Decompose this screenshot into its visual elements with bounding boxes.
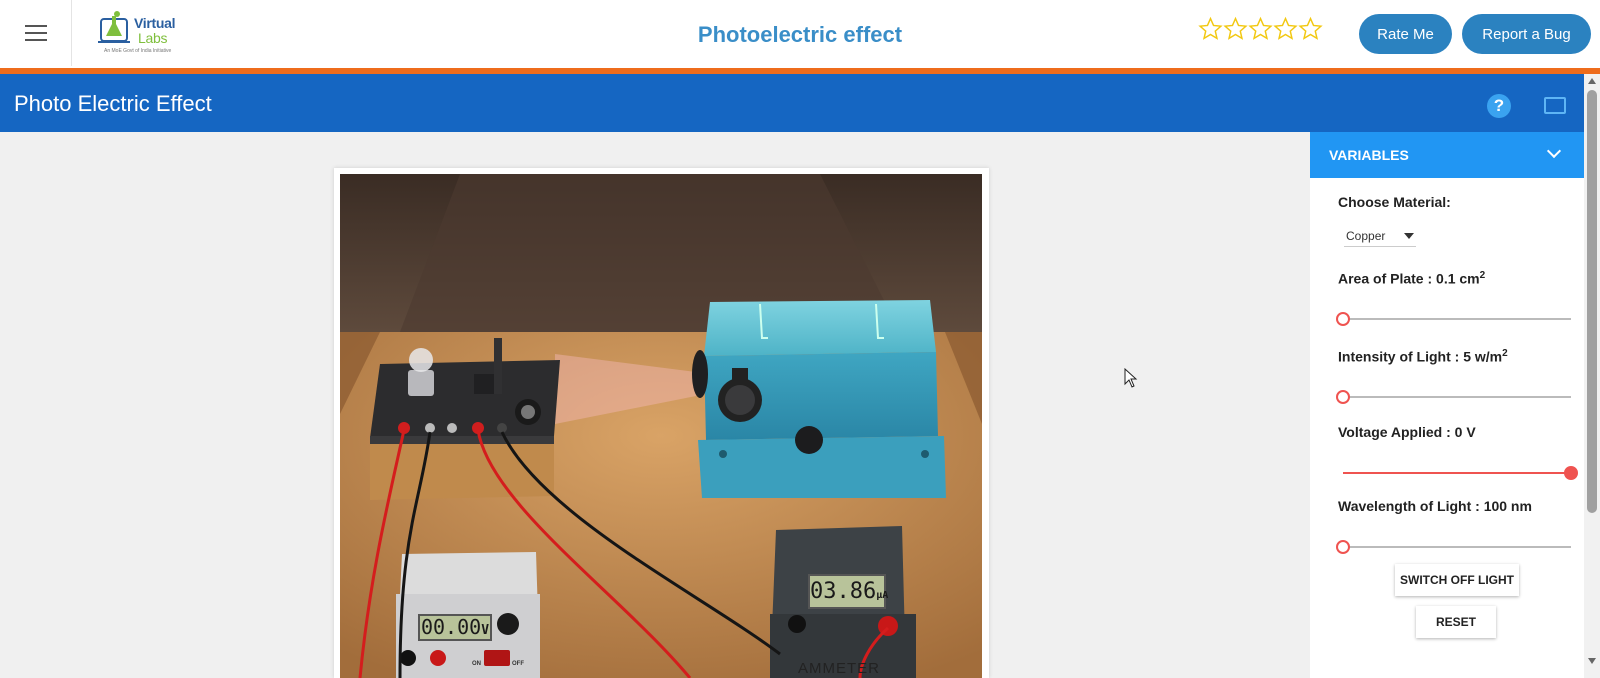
reset-button[interactable]: RESET [1416, 606, 1496, 638]
logo-word-labs: Labs [138, 30, 168, 46]
variables-panel-header[interactable]: VARIABLES [1310, 132, 1584, 178]
slider-fill [1343, 472, 1571, 474]
variables-panel: VARIABLES Choose Material: Copper Area o… [1310, 132, 1584, 678]
virtual-labs-logo[interactable]: Virtual Labs An MoE Govt of India Initia… [98, 10, 184, 56]
help-icon[interactable]: ? [1487, 94, 1511, 118]
intensity-label-text: Intensity of Light : 5 w/m [1338, 348, 1503, 365]
ammeter-unit: μA [876, 590, 889, 601]
star-icon[interactable] [1223, 16, 1248, 42]
voltage-label: Voltage Applied : 0 V [1338, 424, 1476, 440]
variables-title: VARIABLES [1329, 147, 1409, 163]
switch-on-label: ON [472, 661, 481, 667]
voltmeter-display: 00.00V [418, 614, 492, 641]
hamburger-menu-button[interactable] [0, 0, 72, 66]
logo-tagline: An MoE Govt of India Initiative [104, 48, 172, 54]
slider-track [1343, 318, 1571, 320]
switch-off-label: OFF [512, 661, 524, 667]
area-label-text: Area of Plate : 0.1 cm [1338, 270, 1480, 287]
voltage-slider[interactable] [1343, 466, 1578, 480]
star-icon[interactable] [1248, 16, 1273, 42]
slider-track [1343, 546, 1571, 548]
simulation-title: Photo Electric Effect [14, 91, 212, 116]
slider-thumb[interactable] [1336, 390, 1350, 404]
simulation-title-bar: Photo Electric Effect [0, 74, 1584, 132]
star-icon[interactable] [1273, 16, 1298, 42]
ammeter-reading: 03.86 [810, 579, 877, 604]
slider-thumb[interactable] [1336, 540, 1350, 554]
area-slider[interactable] [1336, 312, 1571, 326]
dropdown-arrow-icon [1404, 233, 1414, 239]
ammeter-display: 03.86μA [808, 574, 889, 609]
area-label: Area of Plate : 0.1 cm2 [1338, 270, 1485, 287]
star-rating[interactable] [1198, 16, 1323, 42]
page-scrollbar[interactable] [1584, 74, 1600, 678]
logo-word-virtual: Virtual [134, 15, 176, 31]
intensity-label: Intensity of Light : 5 w/m2 [1338, 348, 1508, 365]
voltmeter-reading: 00.00 [420, 615, 482, 639]
scroll-up-arrow-icon[interactable] [1588, 78, 1596, 84]
wavelength-slider[interactable] [1336, 540, 1571, 554]
experiment-scene[interactable]: 00.00V 03.86μA AMMETER ON OFF [340, 174, 982, 678]
switch-off-light-button[interactable]: SWITCH OFF LIGHT [1395, 564, 1519, 596]
chevron-down-icon[interactable] [1546, 143, 1562, 159]
rate-me-button[interactable]: Rate Me [1359, 14, 1452, 54]
flask-logo-icon [98, 11, 130, 43]
star-icon[interactable] [1298, 16, 1323, 42]
ammeter-label: AMMETER [798, 660, 880, 677]
intensity-slider[interactable] [1336, 390, 1571, 404]
wavelength-label: Wavelength of Light : 100 nm [1338, 498, 1532, 514]
material-select[interactable]: Copper [1344, 225, 1416, 247]
slider-track [1343, 396, 1571, 398]
star-icon[interactable] [1198, 16, 1223, 42]
top-header: Virtual Labs An MoE Govt of India Initia… [0, 0, 1600, 68]
fullscreen-icon[interactable] [1544, 97, 1566, 114]
material-label: Choose Material: [1338, 194, 1451, 210]
report-bug-button[interactable]: Report a Bug [1462, 14, 1591, 54]
intensity-unit-exponent: 2 [1502, 348, 1508, 359]
scroll-down-arrow-icon[interactable] [1588, 658, 1596, 664]
material-selected-value: Copper [1346, 229, 1386, 243]
area-unit-exponent: 2 [1479, 270, 1486, 281]
scrollbar-thumb[interactable] [1587, 90, 1597, 513]
voltmeter-unit: V [481, 623, 490, 638]
mouse-cursor-icon [1124, 368, 1138, 388]
slider-thumb[interactable] [1564, 466, 1578, 480]
simulation-canvas[interactable]: 00.00V 03.86μA AMMETER ON OFF [334, 168, 989, 678]
slider-thumb[interactable] [1336, 312, 1350, 326]
menu-icon [24, 20, 47, 46]
